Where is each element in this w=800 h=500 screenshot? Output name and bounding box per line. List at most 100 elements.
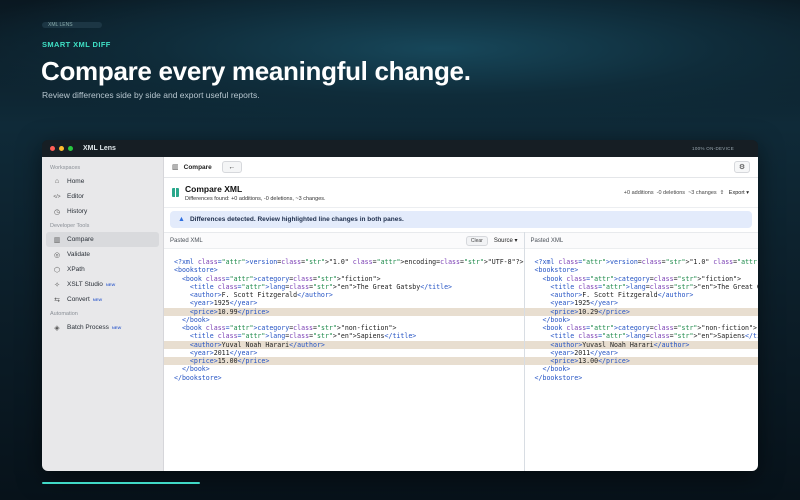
new-badge: NEW (105, 282, 116, 287)
sidebar-item-label: Home (67, 178, 85, 185)
warning-icon: ▲ (178, 216, 185, 223)
alert-text: Differences detected. Review highlighted… (189, 216, 404, 223)
left-pane: Pasted XML Clear Source ▾ <?xml class="a… (164, 232, 524, 471)
code-line: <bookstore> (174, 266, 218, 275)
deletions-count: -0 deletions (656, 189, 686, 196)
sidebar-item-convert[interactable]: ⇆ Convert NEW (46, 292, 159, 307)
source-label: Source (493, 238, 513, 244)
columns-icon: ▥ (172, 164, 179, 171)
hero-subtitle: Review differences side by side and expo… (42, 90, 260, 100)
code-line: <?xml class="attr">version=class="str">"… (174, 258, 524, 266)
sidebar-item-xpath[interactable]: ⬡ XPath (46, 262, 159, 277)
changed-line: <author>Yuval Noah Harari</author> (164, 340, 524, 349)
changes-count: ~3 changes (688, 189, 717, 196)
toolbar-title: Compare (183, 163, 212, 171)
changed-line: <price>13.00</price> (524, 357, 758, 366)
diff-alert: ▲ Differences detected. Review highlight… (170, 211, 752, 228)
code-line: <title class="attr">lang=class="str">"en… (189, 282, 453, 291)
changed-line: <price>15.00</price> (164, 357, 524, 366)
sidebar-item-compare[interactable]: ▥ Compare (46, 232, 159, 247)
code-line: </bookstore> (174, 373, 222, 382)
title-bar: XML Lens 100% ON-DEVICE (42, 140, 758, 157)
sidebar-section-title: Developer Tools (50, 223, 90, 229)
code-line: <year>1925</year> (189, 299, 258, 308)
columns-icon: ▥ (53, 236, 61, 244)
minimize-window-button[interactable] (59, 146, 64, 151)
window-title: XML Lens (83, 145, 116, 152)
clear-button[interactable]: Clear (465, 235, 488, 246)
right-pane: Pasted XML Clear Source ▾ <?xml class="a… (523, 232, 758, 471)
hero-chip-label: XML LENS (48, 22, 73, 28)
sidebar-item-label: Validate (67, 251, 91, 258)
changed-line: <price>10.99</price> (164, 307, 524, 316)
code-line: <year>2011</year> (550, 348, 618, 357)
pane-label: Pasted XML (530, 237, 564, 244)
code-line: </book> (181, 365, 210, 374)
sidebar-item-label: XSLT Studio (67, 281, 103, 288)
sparkle-icon: ✧ (54, 281, 60, 289)
settings-button[interactable]: ⚙ (734, 161, 750, 173)
app-window: XML Lens 100% ON-DEVICE Workspaces ⌂ Home <… (42, 140, 758, 471)
code-line: </book> (542, 315, 571, 324)
code-editor[interactable]: <?xml class="attr">version=class="str">"… (164, 249, 524, 382)
sidebar-item-history[interactable]: ◷ History (46, 204, 159, 219)
check-circle-icon: ◎ (53, 251, 61, 259)
zoom-window-button[interactable] (68, 146, 73, 151)
pane-label: Pasted XML (170, 237, 203, 244)
pane-header: Pasted XML Clear Source ▾ (164, 232, 524, 249)
source-dropdown[interactable]: Source ▾ (494, 237, 518, 244)
clock-icon: ◷ (53, 208, 61, 216)
sidebar-item-label: Convert (67, 296, 90, 303)
toolbar: ▥ Compare ← ⚙ (164, 157, 758, 178)
diff-panes: Pasted XML Clear Source ▾ <?xml class="a… (164, 232, 758, 471)
back-button[interactable]: ← (221, 161, 242, 173)
sidebar-item-batch-process[interactable]: ◈ Batch Process NEW (46, 320, 159, 335)
code-line: <title class="attr">lang=class="str">"en… (550, 332, 758, 341)
hero-chip: XML LENS (42, 22, 102, 28)
code-line: </book> (181, 315, 210, 324)
changed-line: <price>10.29</price> (524, 307, 758, 316)
swap-icon: ⇆ (54, 296, 60, 304)
code-line: <book class="attr">category=class="str">… (542, 324, 757, 332)
sidebar-item-label: Editor (67, 193, 84, 200)
code-line: <book class="attr">category=class="str">… (181, 324, 397, 332)
export-label: Export (728, 189, 745, 196)
code-editor[interactable]: <?xml class="attr">version=class="str">"… (524, 249, 758, 382)
sidebar-section-title: Workspaces (50, 165, 81, 171)
code-line: <?xml class="attr">version=class="str">"… (534, 258, 758, 266)
pane-header: Pasted XML Clear Source ▾ (524, 232, 758, 249)
code-line: <bookstore> (534, 266, 579, 275)
chevron-down-icon: ▾ (514, 238, 518, 244)
hero-title: Compare every meaningful change. (41, 56, 471, 86)
hero-banner: XML LENS SMART XML DIFF Compare every me… (0, 0, 800, 122)
on-device-badge: 100% ON-DEVICE (692, 146, 734, 151)
code-line: <book class="attr">category=class="str">… (542, 274, 742, 283)
code-line: </bookstore> (534, 373, 583, 382)
sidebar-section-title: Automation (50, 311, 78, 317)
sidebar-item-xslt-studio[interactable]: ✧ XSLT Studio NEW (46, 277, 159, 292)
new-badge: NEW (92, 297, 103, 302)
new-badge: NEW (111, 325, 122, 330)
changed-line: <author>Yuvasl Noah Harari</author> (524, 340, 758, 349)
compare-header: Compare XML Differences found: +0 additi… (164, 178, 758, 208)
code-line: <year>1925</year> (550, 299, 618, 308)
layers-icon: ◈ (54, 324, 60, 332)
close-window-button[interactable] (50, 146, 55, 151)
page-title: Compare XML (185, 183, 243, 194)
code-line: </book> (542, 365, 571, 374)
code-line: <title class="attr">lang=class="str">"en… (550, 282, 758, 291)
code-line: <title class="attr">lang=class="str">"en… (189, 332, 417, 341)
export-button[interactable]: ⇪ Export ▾ (720, 190, 749, 196)
sidebar-item-home[interactable]: ⌂ Home (46, 174, 159, 189)
code-line: <author>F. Scott Fitzgerald</author> (550, 291, 694, 299)
home-icon: ⌂ (54, 178, 60, 185)
code-line: <year>2011</year> (189, 348, 258, 357)
sidebar-item-editor[interactable]: </> Editor (46, 189, 159, 204)
code-line: <book class="attr">category=class="str">… (181, 274, 381, 283)
hero-kicker: SMART XML DIFF (42, 40, 111, 49)
sidebar-item-label: History (67, 208, 88, 215)
main-content: ▥ Compare ← ⚙ Compare XML Differences fo… (164, 157, 758, 471)
additions-count: +0 additions (623, 189, 654, 196)
pane-actions: Clear Source ▾ (465, 235, 518, 246)
sidebar-item-validate[interactable]: ◎ Validate (46, 247, 159, 262)
